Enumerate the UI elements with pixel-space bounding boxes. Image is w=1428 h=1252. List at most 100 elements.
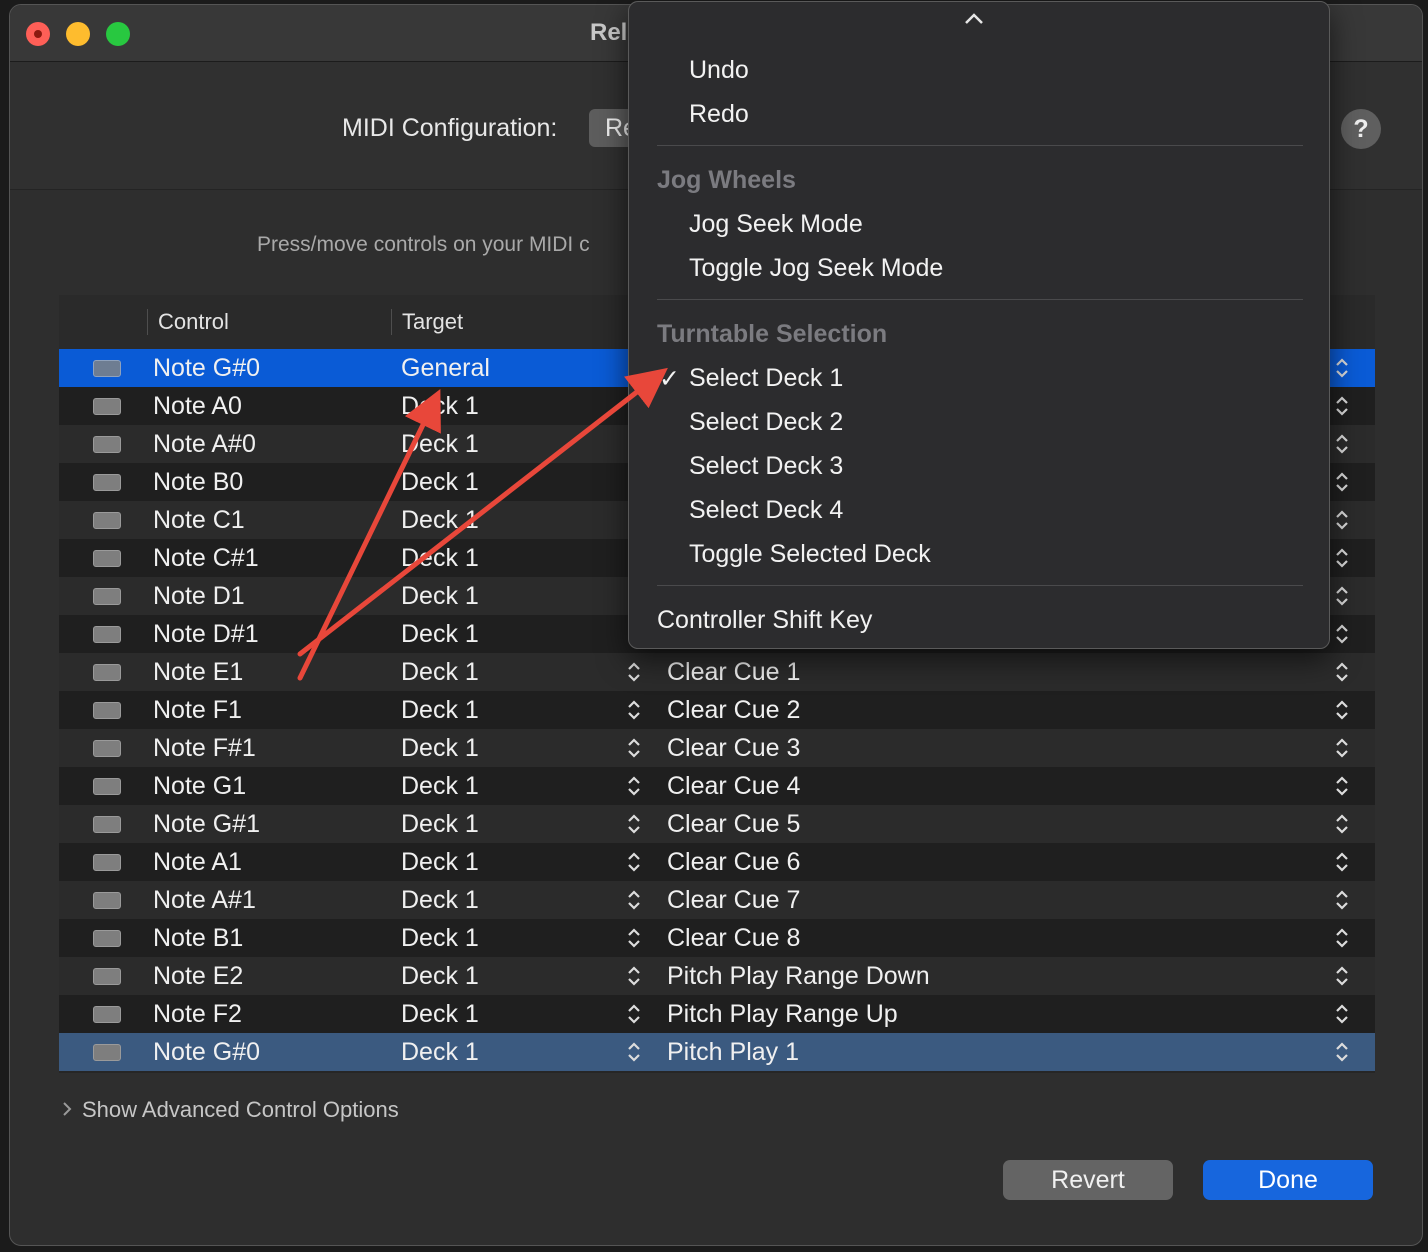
action-cell[interactable]: Clear Cue 1 <box>667 658 800 687</box>
menu-item-undo[interactable]: Undo <box>689 56 749 85</box>
table-row[interactable]: Note F#1 Deck 1 Clear Cue 3 <box>59 729 1375 767</box>
action-cell[interactable]: Clear Cue 4 <box>667 772 800 801</box>
up-down-chevron-icon[interactable] <box>1333 1003 1351 1025</box>
up-down-chevron-icon[interactable] <box>1333 357 1351 379</box>
table-row[interactable]: Note G1 Deck 1 Clear Cue 4 <box>59 767 1375 805</box>
menu-item-toggle-selected-deck[interactable]: Toggle Selected Deck <box>689 540 931 569</box>
up-down-chevron-icon[interactable] <box>1333 927 1351 949</box>
target-cell[interactable]: Deck 1 <box>401 886 479 915</box>
control-cell: Note A#0 <box>153 430 256 458</box>
table-row[interactable]: Note F2 Deck 1 Pitch Play Range Up <box>59 995 1375 1033</box>
up-down-chevron-icon[interactable] <box>625 889 643 911</box>
table-row[interactable]: Note G#0 Deck 1 Pitch Play 1 <box>59 1033 1375 1071</box>
control-cell: Note B1 <box>153 924 244 952</box>
action-cell[interactable]: Clear Cue 2 <box>667 696 800 725</box>
table-row[interactable]: Note G#1 Deck 1 Clear Cue 5 <box>59 805 1375 843</box>
target-cell[interactable]: Deck 1 <box>401 620 479 649</box>
column-header-control[interactable]: Control <box>147 309 229 335</box>
up-down-chevron-icon[interactable] <box>1333 547 1351 569</box>
target-cell[interactable]: Deck 1 <box>401 734 479 763</box>
menu-item-select-deck-2[interactable]: Select Deck 2 <box>689 408 843 437</box>
target-cell[interactable]: Deck 1 <box>401 430 479 459</box>
target-cell[interactable]: Deck 1 <box>401 544 479 573</box>
action-cell[interactable]: Clear Cue 6 <box>667 848 800 877</box>
table-row[interactable]: Note B1 Deck 1 Clear Cue 8 <box>59 919 1375 957</box>
action-cell[interactable]: Pitch Play 1 <box>667 1038 799 1067</box>
up-down-chevron-icon[interactable] <box>625 1041 643 1063</box>
up-down-chevron-icon[interactable] <box>1333 509 1351 531</box>
control-cell: Note G#1 <box>153 810 261 838</box>
up-down-chevron-icon[interactable] <box>625 965 643 987</box>
menu-item-select-deck-1[interactable]: Select Deck 1 <box>689 364 843 393</box>
up-down-chevron-icon[interactable] <box>1333 661 1351 683</box>
up-down-chevron-icon[interactable] <box>625 851 643 873</box>
control-cell: Note B0 <box>153 468 244 496</box>
target-cell[interactable]: Deck 1 <box>401 1038 479 1067</box>
target-cell[interactable]: Deck 1 <box>401 848 479 877</box>
zoom-button[interactable] <box>106 22 130 46</box>
advanced-options-disclosure[interactable]: Show Advanced Control Options <box>62 1097 399 1123</box>
table-row[interactable]: Note A1 Deck 1 Clear Cue 6 <box>59 843 1375 881</box>
up-down-chevron-icon[interactable] <box>625 699 643 721</box>
revert-button[interactable]: Revert <box>1003 1160 1173 1200</box>
up-down-chevron-icon[interactable] <box>1333 1041 1351 1063</box>
up-down-chevron-icon[interactable] <box>1333 623 1351 645</box>
up-down-chevron-icon[interactable] <box>1333 889 1351 911</box>
close-button[interactable] <box>26 22 50 46</box>
menu-item-controller-shift-key[interactable]: Controller Shift Key <box>657 606 872 635</box>
up-down-chevron-icon[interactable] <box>1333 471 1351 493</box>
up-down-chevron-icon[interactable] <box>1333 585 1351 607</box>
help-button[interactable]: ? <box>1341 109 1381 149</box>
up-down-chevron-icon[interactable] <box>1333 395 1351 417</box>
target-cell[interactable]: Deck 1 <box>401 582 479 611</box>
action-cell[interactable]: Clear Cue 8 <box>667 924 800 953</box>
table-row[interactable]: Note E2 Deck 1 Pitch Play Range Down <box>59 957 1375 995</box>
target-cell[interactable]: Deck 1 <box>401 468 479 497</box>
action-cell[interactable]: Pitch Play Range Up <box>667 1000 898 1029</box>
up-down-chevron-icon[interactable] <box>625 813 643 835</box>
control-cell: Note A0 <box>153 392 242 420</box>
chevron-up-icon[interactable] <box>963 12 985 31</box>
target-cell[interactable]: Deck 1 <box>401 772 479 801</box>
up-down-chevron-icon[interactable] <box>625 737 643 759</box>
up-down-chevron-icon[interactable] <box>1333 813 1351 835</box>
up-down-chevron-icon[interactable] <box>625 661 643 683</box>
target-cell[interactable]: Deck 1 <box>401 924 479 953</box>
control-cell: Note G#0 <box>153 1038 261 1066</box>
target-cell[interactable]: Deck 1 <box>401 962 479 991</box>
control-cell: Note D#1 <box>153 620 259 648</box>
table-row[interactable]: Note A#1 Deck 1 Clear Cue 7 <box>59 881 1375 919</box>
up-down-chevron-icon[interactable] <box>625 775 643 797</box>
action-cell[interactable]: Clear Cue 5 <box>667 810 800 839</box>
menu-item-select-deck-3[interactable]: Select Deck 3 <box>689 452 843 481</box>
up-down-chevron-icon[interactable] <box>1333 851 1351 873</box>
target-cell[interactable]: Deck 1 <box>401 658 479 687</box>
target-cell[interactable]: Deck 1 <box>401 810 479 839</box>
action-cell[interactable]: Pitch Play Range Down <box>667 962 930 991</box>
up-down-chevron-icon[interactable] <box>625 927 643 949</box>
menu-item-select-deck-4[interactable]: Select Deck 4 <box>689 496 843 525</box>
target-cell[interactable]: General <box>401 354 490 383</box>
column-header-target[interactable]: Target <box>391 309 463 335</box>
up-down-chevron-icon[interactable] <box>625 1003 643 1025</box>
table-row[interactable]: Note F1 Deck 1 Clear Cue 2 <box>59 691 1375 729</box>
target-cell[interactable]: Deck 1 <box>401 696 479 725</box>
advanced-options-label: Show Advanced Control Options <box>82 1097 399 1122</box>
table-row[interactable]: Note E1 Deck 1 Clear Cue 1 <box>59 653 1375 691</box>
target-cell[interactable]: Deck 1 <box>401 1000 479 1029</box>
menu-item-redo[interactable]: Redo <box>689 100 749 129</box>
activity-indicator <box>93 968 121 985</box>
up-down-chevron-icon[interactable] <box>1333 965 1351 987</box>
up-down-chevron-icon[interactable] <box>1333 699 1351 721</box>
up-down-chevron-icon[interactable] <box>1333 433 1351 455</box>
done-button[interactable]: Done <box>1203 1160 1373 1200</box>
action-cell[interactable]: Clear Cue 3 <box>667 734 800 763</box>
target-cell[interactable]: Deck 1 <box>401 392 479 421</box>
minimize-button[interactable] <box>66 22 90 46</box>
menu-item-jog-seek-mode[interactable]: Jog Seek Mode <box>689 210 863 239</box>
menu-item-toggle-jog-seek-mode[interactable]: Toggle Jog Seek Mode <box>689 254 943 283</box>
up-down-chevron-icon[interactable] <box>1333 775 1351 797</box>
action-cell[interactable]: Clear Cue 7 <box>667 886 800 915</box>
target-cell[interactable]: Deck 1 <box>401 506 479 535</box>
up-down-chevron-icon[interactable] <box>1333 737 1351 759</box>
